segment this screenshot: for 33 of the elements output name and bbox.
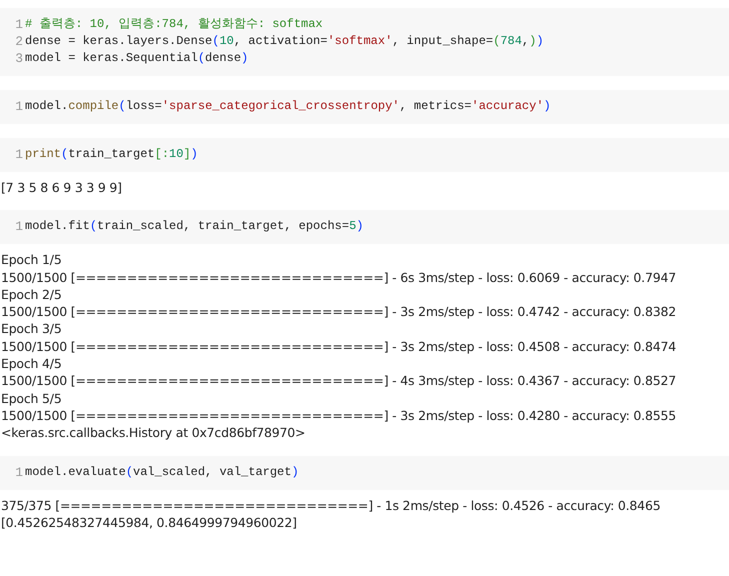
line-number: 1	[14, 16, 24, 33]
code-line: model.compile(loss='sparse_categorical_crossentropy', metrics='accuracy')	[25, 98, 551, 115]
line-number: 2	[14, 33, 24, 50]
output-line: <keras.src.callbacks.History at 0x7cd86bf78970>	[1, 424, 306, 442]
code-line: model.evaluate(val_scaled, val_target)	[25, 464, 299, 481]
code-line: model.fit(train_scaled, train_target, epochs=5)	[25, 218, 364, 236]
output-line: 375/375 [==============================] - 1s 2ms/step - loss: 0.4526 - accuracy: 0.8465	[1, 496, 662, 514]
output-line: Epoch 1/5	[1, 251, 63, 269]
code-line: dense = keras.layers.Dense(10, activation='softmax', input_shape=(784,))	[25, 33, 544, 50]
output-line: [7 3 5 8 6 9 3 3 9 9]	[1, 179, 123, 196]
output-line: Epoch 5/5	[1, 390, 63, 407]
output-line: 1500/1500 [==============================] - 3s 2ms/step - loss: 0.4508 - accuracy: 0.8474	[1, 338, 677, 356]
output-line: 1500/1500 [==============================] - 4s 3ms/step - loss: 0.4367 - accuracy: 0.8527	[1, 372, 677, 390]
output-line: [0.45262548327445984, 0.8464999794960022]	[1, 514, 298, 532]
output-line: Epoch 3/5	[1, 320, 63, 338]
code-cell[interactable]: 1 print(train_target[:10])	[0, 138, 729, 172]
code-cell[interactable]: 1 model.evaluate(val_scaled, val_target)	[0, 456, 729, 490]
output-line: Epoch 2/5	[1, 286, 63, 304]
output-line: 1500/1500 [==============================] - 6s 3ms/step - loss: 0.6069 - accuracy: 0.7947	[1, 268, 677, 286]
line-number: 1	[14, 146, 24, 163]
code-line: model = keras.Sequential(dense)	[25, 50, 250, 67]
code-line: # 출력층: 10, 입력층:784, 활성화함수: softmax	[25, 16, 324, 33]
code-cell[interactable]: 1 2 3 # 출력층: 10, 입력층:784, 활성화함수: softmax dense = keras.layers.Dense(10, activation='softmax', input_shape=(784,)) model = keras.Sequential(dense)	[0, 8, 729, 76]
line-number: 1	[14, 218, 24, 236]
output-line: 1500/1500 [==============================] - 3s 2ms/step - loss: 0.4742 - accuracy: 0.8382	[1, 303, 677, 320]
output-line: 1500/1500 [==============================] - 3s 2ms/step - loss: 0.4280 - accuracy: 0.8555	[1, 406, 677, 424]
line-number: 1	[14, 98, 24, 115]
code-cell[interactable]: 1 model.compile(loss='sparse_categorical_crossentropy', metrics='accuracy')	[0, 90, 729, 124]
line-number: 1	[14, 464, 24, 481]
code-cell[interactable]: 1 model.fit(train_scaled, train_target, epochs=5)	[0, 210, 729, 244]
code-line: print(train_target[:10])	[25, 146, 198, 163]
output-line: Epoch 4/5	[1, 355, 63, 372]
line-number: 3	[14, 50, 24, 67]
